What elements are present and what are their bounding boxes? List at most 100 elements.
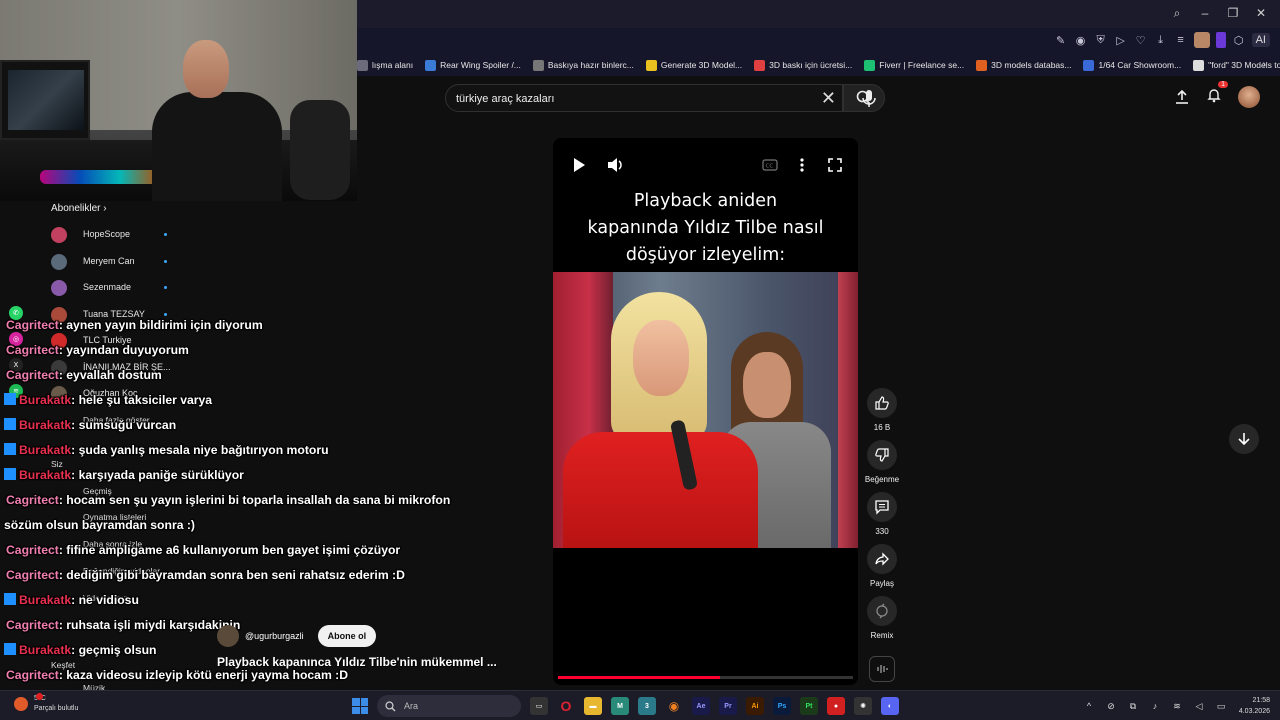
video-title[interactable]: Playback kapanınca Yıldız Tilbe'nin müke… <box>217 655 497 669</box>
tray-app2-icon[interactable]: ⧉ <box>1126 699 1140 713</box>
menu-icon[interactable]: ≡ <box>1174 33 1188 47</box>
heart-icon[interactable]: ♡ <box>1134 33 1148 47</box>
account-avatar[interactable] <box>1238 86 1260 108</box>
subscription-item[interactable]: HopeScope <box>0 221 200 247</box>
search-input[interactable] <box>456 90 776 108</box>
video-progress-bar[interactable] <box>558 676 853 679</box>
volume-tray-icon[interactable]: ◁ <box>1192 699 1206 713</box>
subscription-name: Sezenmade <box>83 282 132 292</box>
chat-username: Burakatk <box>19 418 72 432</box>
app-m-icon[interactable]: M <box>611 697 629 715</box>
more-options-button[interactable] <box>791 156 813 174</box>
bookmarks-more-icon[interactable]: › <box>1263 59 1266 70</box>
bookmark-label: Rear Wing Spoiler /... <box>440 60 521 70</box>
taskbar-search[interactable]: Ara <box>377 695 521 717</box>
share-icon <box>875 552 889 566</box>
bookmark-item[interactable]: Generate 3D Model... <box>645 59 742 71</box>
shield-icon[interactable]: ⛨ <box>1094 33 1108 47</box>
profile-avatar[interactable] <box>1193 32 1210 48</box>
upload-icon[interactable] <box>1174 89 1190 105</box>
remix-action[interactable]: Remix <box>860 596 904 640</box>
extension-icon[interactable] <box>1215 32 1226 48</box>
clock[interactable]: 21:58 4.03.2026 <box>1239 695 1270 717</box>
share-button[interactable] <box>867 544 897 574</box>
bookmark-item[interactable]: 3D models databas... <box>976 59 1071 71</box>
tray-expand-icon[interactable]: ^ <box>1082 699 1096 713</box>
channel-avatar[interactable] <box>217 625 239 647</box>
share-action[interactable]: Paylaş <box>860 544 904 588</box>
chat-username: Burakatk <box>19 443 72 457</box>
discord-icon[interactable]: ◐ <box>881 697 899 715</box>
clock-time: 21:58 <box>1252 697 1270 704</box>
shorts-player[interactable]: CC Playback aniden kapanında Yıldız Tilb… <box>553 138 858 685</box>
chat-message: Cagritect: eyvallah dostum <box>6 368 162 382</box>
dislike-action[interactable]: Beğenme <box>860 440 904 484</box>
video-caption: Playback aniden kapanında Yıldız Tilbe n… <box>553 188 858 269</box>
premiere-icon[interactable]: Pr <box>719 697 737 715</box>
photoshop-icon[interactable]: Ps <box>773 697 791 715</box>
download-icon[interactable]: ⤓ <box>1154 33 1168 47</box>
app-red-icon[interactable]: ● <box>827 697 845 715</box>
opera-icon[interactable]: O <box>557 697 575 715</box>
bookmark-item[interactable]: 1/64 Car Showroom... <box>1083 59 1182 71</box>
bookmark-item[interactable]: lışma alanı <box>357 59 413 71</box>
illustrator-icon[interactable]: Ai <box>746 697 764 715</box>
notifications-button[interactable]: 1 <box>1206 80 1228 108</box>
bookmark-label: 1/64 Car Showroom... <box>1098 60 1182 70</box>
bookmark-item[interactable]: Baskıya hazır binlerc... <box>532 59 634 71</box>
chat-text: : şuda yanlış mesala niye bağıtırıyon mo… <box>71 443 329 457</box>
start-button[interactable] <box>352 698 368 714</box>
close-window-icon[interactable]: ✕ <box>1250 4 1272 22</box>
task-view-icon[interactable]: ▭ <box>530 697 548 715</box>
bookmark-item[interactable]: Fiverr | Freelance se... <box>864 59 964 71</box>
app-chatgpt-icon[interactable]: ✺ <box>854 697 872 715</box>
battery-icon[interactable]: ▭ <box>1214 699 1228 713</box>
ai-button[interactable]: AI <box>1251 33 1270 47</box>
comments-action[interactable]: 330 <box>860 492 904 536</box>
subscription-item[interactable]: Sezenmade <box>0 274 200 300</box>
volume-button[interactable] <box>605 156 627 174</box>
chat-text: : eyvallah dostum <box>58 368 162 382</box>
app-3-icon[interactable]: 3 <box>638 697 656 715</box>
camera-icon[interactable]: ◉ <box>1074 33 1088 47</box>
clear-search-icon[interactable]: ✕ <box>821 88 836 108</box>
search-box[interactable]: ✕ <box>445 84 843 112</box>
voice-search-button[interactable] <box>855 84 883 112</box>
subscription-item[interactable]: Meryem Can <box>0 248 200 274</box>
bookmark-favicon-icon <box>754 59 766 71</box>
maximize-icon[interactable]: ❐ <box>1222 4 1244 22</box>
after-effects-icon[interactable]: Ae <box>692 697 710 715</box>
minimize-icon[interactable]: – <box>1194 4 1216 22</box>
wifi-icon[interactable]: ≋ <box>1170 699 1184 713</box>
play-button[interactable] <box>568 156 590 174</box>
sound-button[interactable] <box>869 656 895 682</box>
blender-icon[interactable]: ◉ <box>665 697 683 715</box>
subscriptions-heading[interactable]: Abonelikler › <box>51 203 107 214</box>
cube-icon[interactable]: ⬡ <box>1232 33 1246 47</box>
captions-button[interactable]: CC <box>759 156 781 174</box>
pycharm-icon[interactable]: Pt <box>800 697 818 715</box>
mic-tray-icon[interactable]: ♪ <box>1148 699 1162 713</box>
like-button[interactable] <box>867 388 897 418</box>
chat-message: Burakatk: ne vidiosu <box>4 593 139 607</box>
bookmark-item[interactable]: 3D baskı için ücretsi... <box>754 59 852 71</box>
dislike-button[interactable] <box>867 440 897 470</box>
next-video-button[interactable] <box>1229 424 1259 454</box>
play-icon[interactable]: ▷ <box>1114 33 1128 47</box>
bookmark-item[interactable]: Rear Wing Spoiler /... <box>425 59 521 71</box>
chat-message: Burakatk: geçmiş olsun <box>4 643 157 657</box>
channel-name[interactable]: @ugurburgazli <box>245 631 304 641</box>
subscribe-button[interactable]: Abone ol <box>317 625 377 647</box>
fullscreen-button[interactable] <box>824 156 846 174</box>
tray-app-icon[interactable]: ⊘ <box>1104 699 1118 713</box>
search-tabs-icon[interactable]: ⌕ <box>1166 4 1188 22</box>
edit-icon[interactable]: ✎ <box>1054 33 1068 47</box>
weather-widget[interactable]: 5°C Parçalı bulutlu <box>14 693 78 714</box>
like-action[interactable]: 16 B <box>860 388 904 432</box>
new-content-dot <box>164 286 167 289</box>
comments-button[interactable] <box>867 492 897 522</box>
chat-text: : ruhsata işli miydi karşıdakinin <box>58 618 241 632</box>
bookmark-item[interactable]: "ford" 3D Models to... <box>1193 59 1280 71</box>
file-explorer-icon[interactable]: ▬ <box>584 697 602 715</box>
remix-button[interactable] <box>867 596 897 626</box>
